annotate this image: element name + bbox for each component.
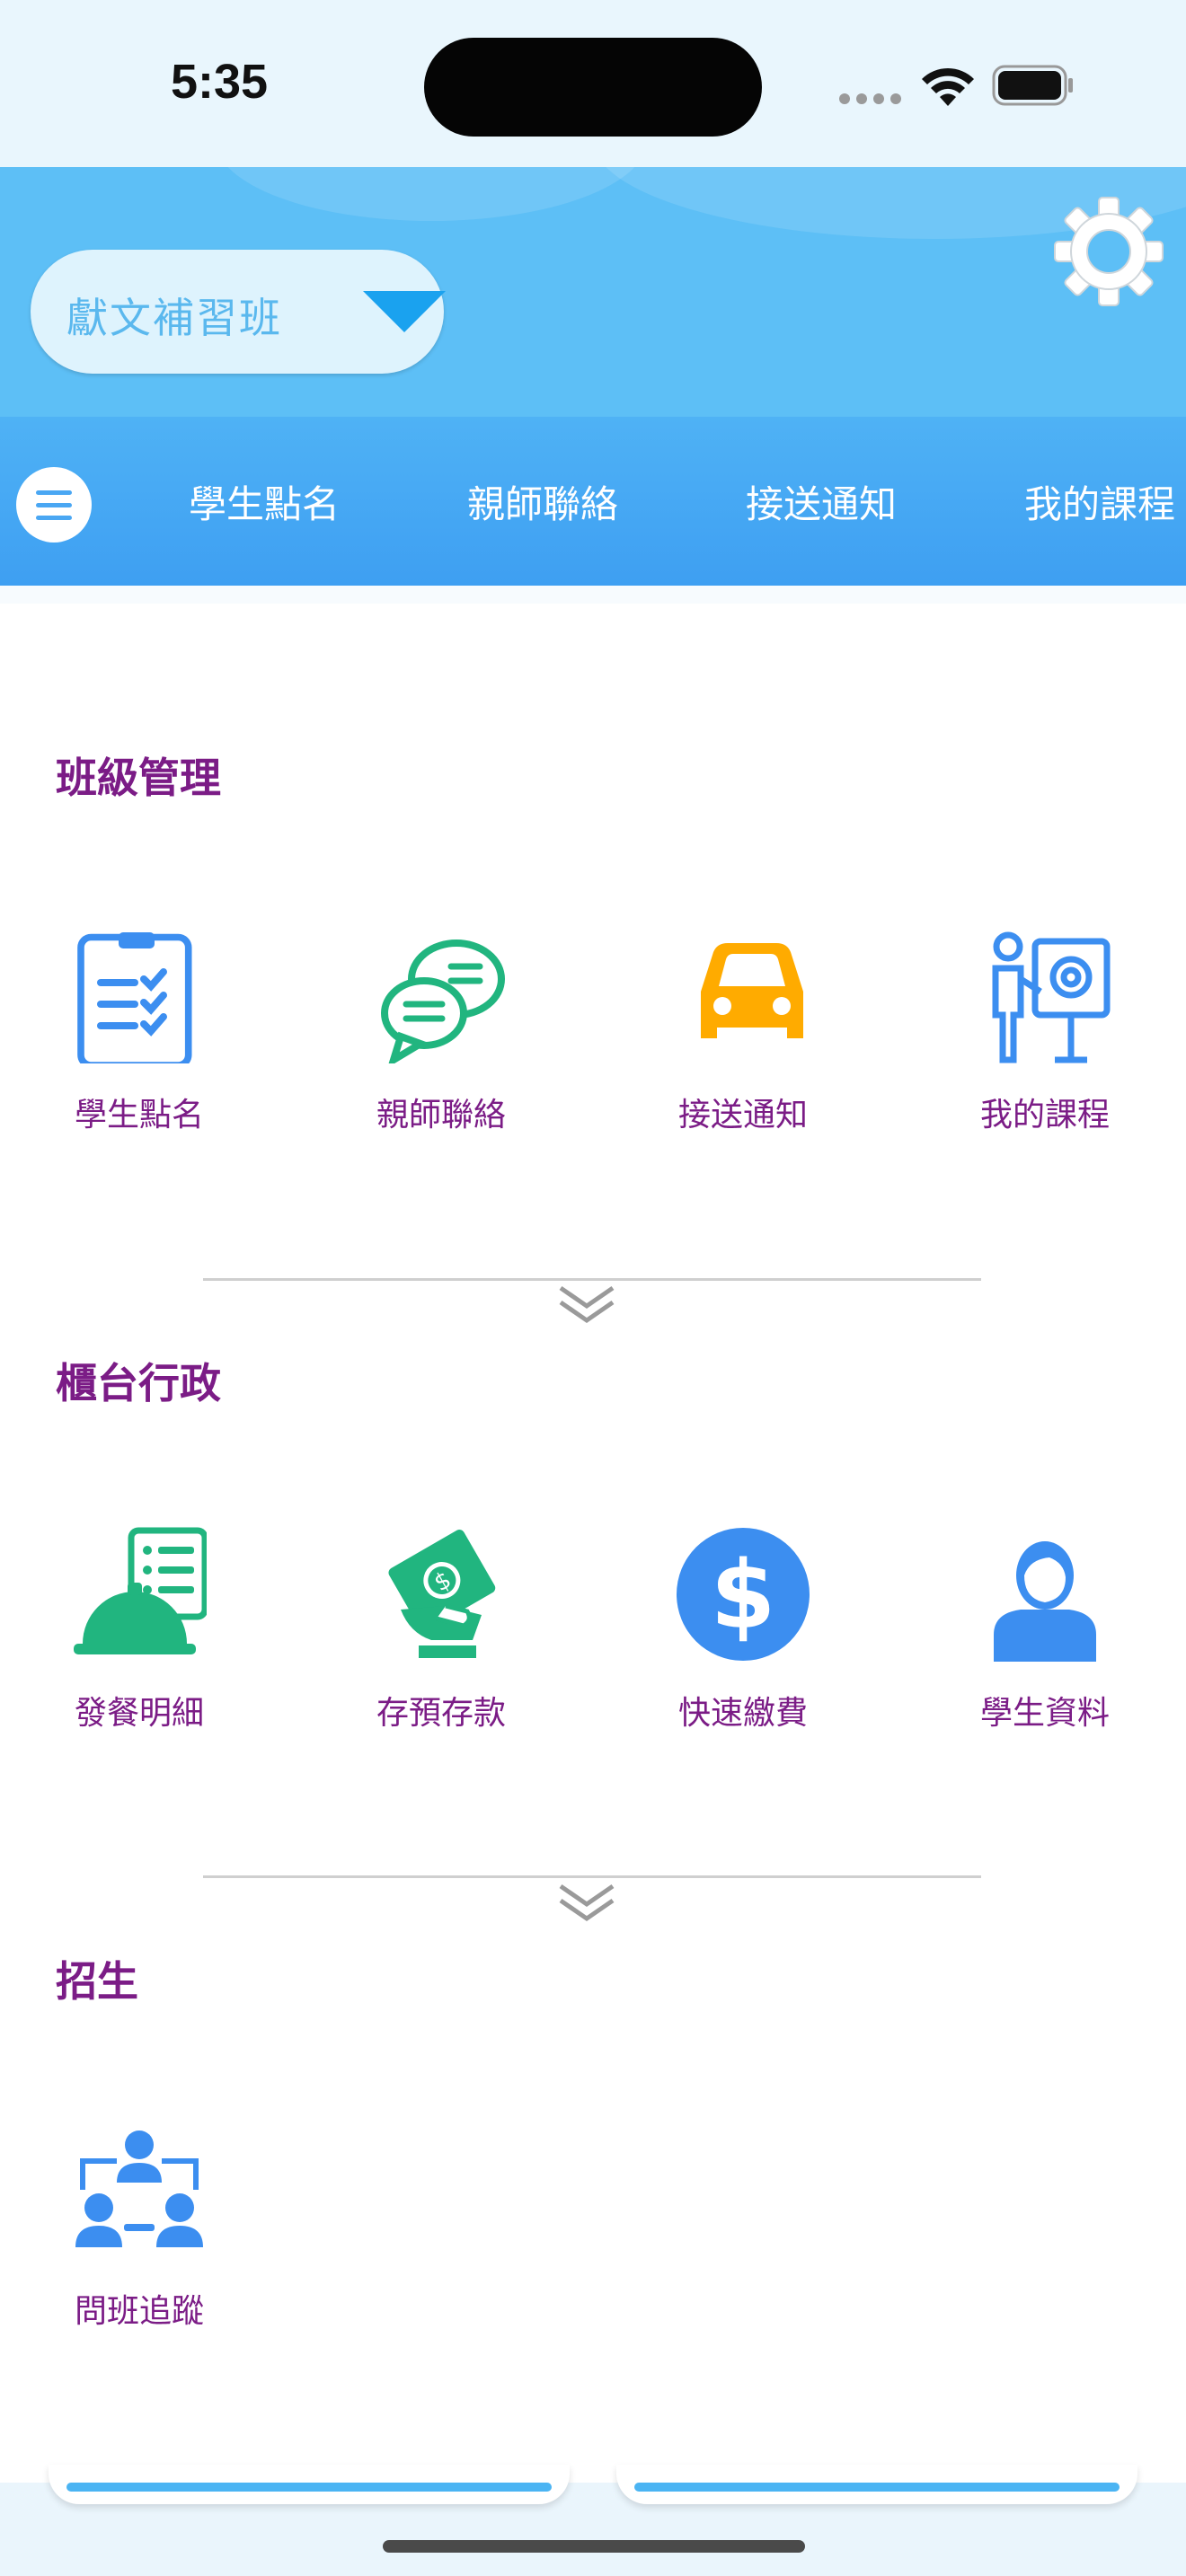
section-divider — [203, 1278, 981, 1281]
section-divider — [203, 1875, 981, 1878]
status-bar: 5:35 — [0, 0, 1186, 167]
home-indicator[interactable] — [383, 2540, 805, 2553]
svg-text:$: $ — [711, 1540, 775, 1650]
chevron-down-icon[interactable] — [557, 1883, 616, 1924]
tile-label: 學生點名 — [74, 1097, 204, 1134]
tile-label: 問班追蹤 — [74, 2293, 204, 2330]
section-title-class-management: 班級管理 — [56, 754, 221, 802]
hamburger-menu-icon[interactable] — [16, 467, 92, 543]
meal-cloche-icon — [74, 1527, 207, 1654]
tile-quick-payment[interactable]: $ 快速繳費 — [631, 1527, 846, 1760]
tab-student-rollcall[interactable]: 學生點名 — [189, 474, 340, 529]
clipboard-check-icon — [77, 932, 192, 1063]
dollar-coin-icon: $ — [677, 1528, 810, 1661]
money-deposit-icon: $ — [388, 1530, 496, 1658]
bottom-card-right[interactable] — [616, 2465, 1137, 2504]
tab-pickup-notice[interactable]: 接送通知 — [746, 474, 897, 529]
school-name: 獻文補習班 — [66, 294, 282, 342]
tile-prepaid-deposit[interactable]: $ 存預存款 — [329, 1527, 544, 1760]
car-icon — [701, 943, 803, 1038]
dynamic-island — [424, 38, 762, 137]
settings-gear-icon[interactable] — [1053, 196, 1164, 307]
cellular-signal-icon — [839, 93, 902, 104]
section-title-front-desk: 櫃台行政 — [56, 1359, 221, 1407]
tile-label: 接送通知 — [677, 1097, 808, 1134]
teacher-board-icon — [992, 931, 1111, 1063]
tile-label: 存預存款 — [376, 1695, 506, 1732]
tile-meal-details[interactable]: 發餐明細 — [27, 1527, 243, 1760]
status-time: 5:35 — [171, 55, 269, 109]
tile-label: 學生資料 — [979, 1695, 1110, 1732]
section-title-enrollment: 招生 — [56, 1957, 138, 2006]
org-chart-icon — [75, 2130, 203, 2247]
tile-label: 我的課程 — [979, 1097, 1110, 1134]
tile-label: 發餐明細 — [74, 1695, 204, 1732]
tab-my-courses[interactable]: 我的課程 — [1024, 474, 1175, 529]
chevron-down-icon[interactable] — [557, 1284, 616, 1326]
tile-student-rollcall[interactable]: 學生點名 — [27, 929, 243, 1162]
battery-icon — [992, 65, 1073, 106]
tile-label: 親師聯絡 — [376, 1097, 506, 1134]
tab-bar: 學生點名 親師聯絡 接送通知 我的課程 — [0, 417, 1186, 586]
student-profile-icon — [994, 1541, 1096, 1662]
bottom-card-left[interactable] — [49, 2465, 570, 2504]
tile-inquiry-tracking[interactable]: 問班追蹤 — [27, 2125, 243, 2359]
tile-parent-teacher[interactable]: 親師聯絡 — [329, 929, 544, 1162]
tab-parent-teacher[interactable]: 親師聯絡 — [467, 474, 618, 529]
wifi-icon — [922, 67, 974, 106]
dropdown-triangle-icon — [363, 291, 446, 332]
tile-student-profile[interactable]: 學生資料 — [933, 1527, 1148, 1760]
tile-my-courses[interactable]: 我的課程 — [933, 929, 1148, 1162]
tile-label: 快速繳費 — [677, 1695, 808, 1732]
school-selector[interactable]: 獻文補習班 — [31, 250, 446, 374]
tile-pickup-notice[interactable]: 接送通知 — [631, 929, 846, 1162]
app-header: 獻文補習班 — [0, 167, 1186, 417]
chat-bubbles-icon — [381, 940, 505, 1063]
